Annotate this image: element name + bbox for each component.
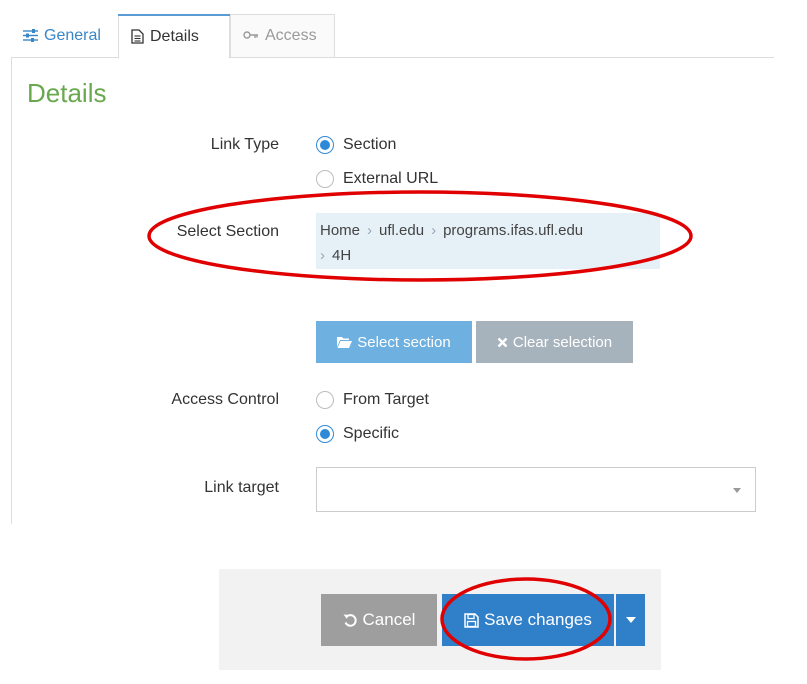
- breadcrumb-4h: 4H: [332, 247, 352, 264]
- section-breadcrumb: Home › ufl.edu › programs.ifas.ufl.edu › 4H: [316, 213, 660, 269]
- save-changes-button[interactable]: Save changes: [442, 594, 614, 646]
- breadcrumb-programs: programs.ifas.ufl.edu: [443, 222, 584, 239]
- clear-selection-button-label: Clear selection: [512, 333, 613, 351]
- undo-icon: [343, 613, 357, 627]
- breadcrumb-ufl: ufl.edu: [379, 222, 425, 239]
- floppy-disk-icon: [464, 612, 479, 628]
- document-icon: [131, 29, 144, 44]
- close-icon: [497, 337, 508, 347]
- radio-section-label: Section: [343, 136, 397, 153]
- caret-down-icon: [625, 617, 636, 623]
- save-changes-button-label: Save changes: [484, 610, 592, 629]
- radio-specific-label: Specific: [343, 425, 400, 442]
- link-target-label: Link target: [204, 479, 279, 496]
- tab-access-label: Access: [265, 27, 317, 44]
- select-section-button-label: Select section: [357, 333, 451, 351]
- select-section-label: Select Section: [176, 223, 279, 240]
- link-type-label: Link Type: [210, 136, 279, 153]
- radio-external-url-label: External URL: [343, 170, 439, 187]
- radio-button[interactable]: [316, 170, 334, 188]
- tab-details[interactable]: Details: [118, 14, 230, 59]
- tab-general-label: General: [44, 26, 101, 44]
- breadcrumb-separator: ›: [367, 222, 373, 239]
- breadcrumb-separator: ›: [320, 247, 325, 264]
- tab-access[interactable]: Access: [230, 14, 335, 57]
- radio-specific[interactable]: Specific: [316, 425, 399, 443]
- radio-external-url[interactable]: External URL: [316, 170, 438, 188]
- breadcrumb-home: Home: [320, 222, 361, 239]
- panel-border: [11, 58, 12, 524]
- access-control-label: Access Control: [171, 391, 279, 408]
- radio-from-target-label: From Target: [343, 391, 429, 408]
- chevron-down-icon: [733, 488, 741, 493]
- cancel-button-label: Cancel: [362, 610, 416, 629]
- tab-general[interactable]: General: [11, 14, 118, 57]
- folder-open-icon: [337, 337, 353, 348]
- sliders-icon: [23, 29, 38, 42]
- breadcrumb-separator: ›: [431, 222, 437, 239]
- radio-section[interactable]: Section: [316, 136, 396, 154]
- link-target-select[interactable]: [316, 467, 756, 512]
- radio-button-checked[interactable]: [316, 425, 334, 443]
- select-section-button[interactable]: Select section: [316, 321, 472, 363]
- clear-selection-button[interactable]: Clear selection: [476, 321, 633, 363]
- radio-from-target[interactable]: From Target: [316, 391, 429, 409]
- save-options-dropdown-button[interactable]: [616, 594, 645, 646]
- key-icon: [243, 31, 258, 39]
- page-title: Details: [27, 78, 107, 108]
- cancel-button[interactable]: Cancel: [321, 594, 437, 646]
- radio-button-checked[interactable]: [316, 136, 334, 154]
- tab-details-label: Details: [150, 27, 199, 45]
- radio-button[interactable]: [316, 391, 334, 409]
- tab-bar: General Details Access: [11, 14, 807, 59]
